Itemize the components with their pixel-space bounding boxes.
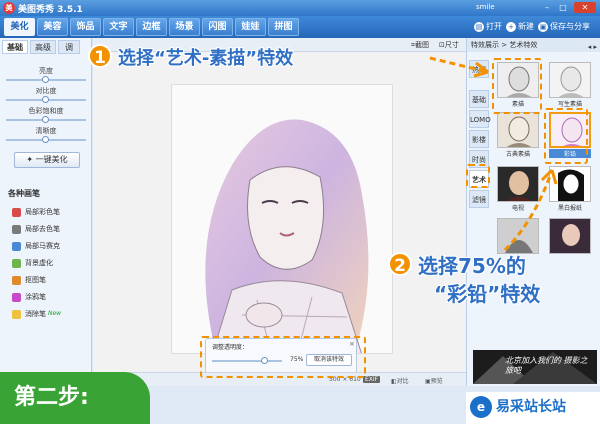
step-1-callout: 选择“艺术-素描”特效 (118, 48, 294, 69)
step-2-callout-line1: 选择75%的 (418, 254, 526, 278)
step-2-callout-line2: “彩铅”特效 (434, 282, 541, 306)
step-2-number: 2 (388, 252, 412, 276)
site-watermark: e 易采站长站 (466, 392, 600, 424)
site-name: 易采站长站 (496, 399, 566, 415)
site-logo-icon: e (470, 396, 492, 418)
step-badge: 第二步: (0, 372, 150, 424)
step-1-number: 1 (88, 44, 112, 68)
